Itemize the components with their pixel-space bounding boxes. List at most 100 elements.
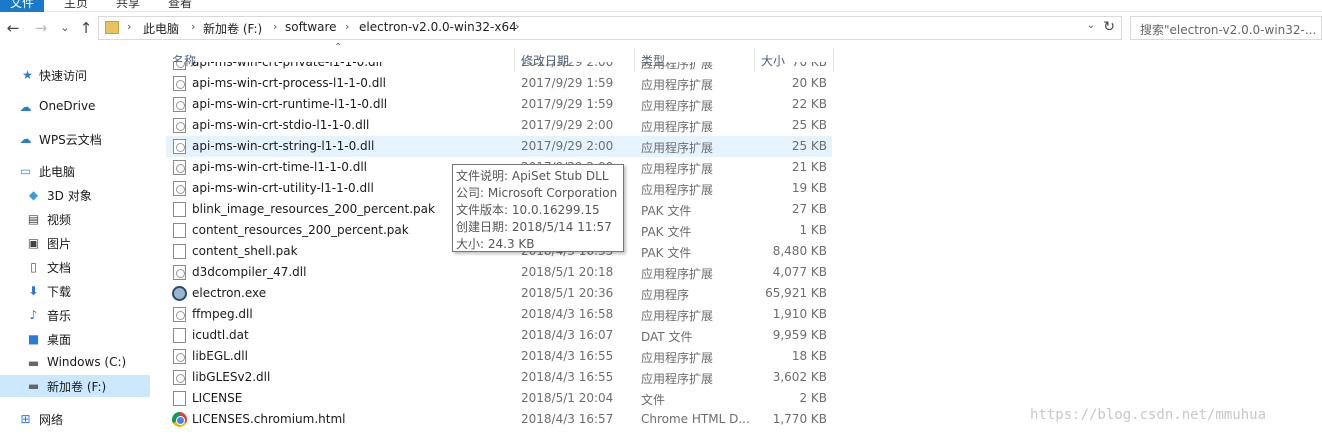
file-row[interactable]: libEGL.dll 2018/4/3 16:55 应用程序扩展 18 KB	[166, 346, 832, 367]
file-row[interactable]: api-ms-win-crt-string-l1-1-0.dll 2017/9/2…	[166, 136, 832, 157]
sidebar-item-drive-c[interactable]: ▬ Windows (C:)	[0, 352, 150, 374]
file-size: 20 KB	[791, 76, 827, 90]
dll-file-icon	[173, 62, 186, 70]
search-input[interactable]: 搜索"electron-v2.0.0-win32-...	[1130, 16, 1322, 40]
file-size: 22 KB	[791, 97, 827, 111]
file-date: 2018/4/3 16:55	[521, 370, 614, 384]
recent-locations-button[interactable]: ⌄	[56, 19, 74, 37]
breadcrumb-electron-folder[interactable]: electron-v2.0.0-win32-x64	[359, 20, 517, 34]
file-date: 2018/4/3 16:58	[521, 307, 614, 321]
file-name: api-ms-win-crt-stdio-l1-1-0.dll	[192, 118, 370, 132]
file-row[interactable]: api-ms-win-crt-stdio-l1-1-0.dll 2017/9/29…	[166, 115, 832, 136]
file-type: 应用程序扩展	[641, 78, 714, 92]
search-placeholder: 搜索"electron-v2.0.0-win32-...	[1140, 23, 1317, 37]
file-row[interactable]: icudtl.dat 2018/4/3 16:07 DAT 文件 9,959 KB	[166, 325, 832, 346]
file-icon	[173, 223, 186, 238]
sidebar-item-network[interactable]: ⊞ 网络	[0, 408, 150, 430]
file-size: 2 KB	[799, 391, 827, 405]
sidebar-item-wps-cloud[interactable]: ☁ WPS云文档	[0, 128, 150, 150]
chevron-down-icon[interactable]: ⌄	[1087, 20, 1095, 31]
sidebar-item-music[interactable]: ♪ 音乐	[0, 304, 150, 326]
file-size: 25 KB	[791, 118, 827, 132]
file-row[interactable]: d3dcompiler_47.dll 2018/5/1 20:18 应用程序扩展 4,…	[166, 262, 832, 283]
forward-button[interactable]: →	[32, 19, 50, 37]
sidebar-item-videos[interactable]: ▤ 视频	[0, 208, 150, 230]
sidebar-item-quick-access[interactable]: ★ 快速访问	[0, 64, 150, 86]
folder-icon	[105, 21, 119, 34]
breadcrumb-software[interactable]: software	[285, 20, 337, 34]
file-type: 应用程序扩展	[641, 99, 714, 113]
file-type: PAK 文件	[641, 246, 692, 260]
sidebar-item-documents[interactable]: ▯ 文档	[0, 256, 150, 278]
sidebar-item-label: Windows (C:)	[47, 355, 127, 369]
file-type: 应用程序	[641, 288, 690, 302]
chevron-right-icon[interactable]: ›	[345, 20, 349, 33]
file-size: 9,959 KB	[772, 328, 827, 342]
ribbon-tab-file[interactable]: 文件	[0, 0, 44, 12]
sidebar-item-label: WPS云文档	[39, 133, 102, 147]
back-button[interactable]: ←	[4, 19, 22, 37]
file-name: api-ms-win-crt-string-l1-1-0.dll	[192, 139, 375, 153]
chevron-right-icon[interactable]: ›	[273, 20, 277, 33]
navigation-pane: ★ 快速访问 ☁ OneDrive ☁ WPS云文档 ▭ 此电脑 ◆ 3D 对象…	[0, 56, 152, 440]
file-name: electron.exe	[192, 286, 267, 300]
breadcrumb-this-pc[interactable]: 此电脑	[143, 20, 179, 37]
file-type: 应用程序扩展	[641, 267, 714, 281]
file-row[interactable]: libGLESv2.dll 2018/4/3 16:55 应用程序扩展 3,602 K…	[166, 367, 832, 388]
file-date: 2017/9/29 1:59	[521, 97, 614, 111]
dll-file-icon	[173, 370, 186, 385]
file-row[interactable]: api-ms-win-crt-private-l1-1-0.dll 2017/9/…	[166, 62, 832, 73]
file-size: 8,480 KB	[772, 244, 827, 258]
sidebar-item-pictures[interactable]: ▣ 图片	[0, 232, 150, 254]
ribbon-tabs: 文件 主页 共享 查看	[0, 0, 1322, 12]
file-row[interactable]: electron.exe 2018/5/1 20:36 应用程序 65,921 KB	[166, 283, 832, 304]
sidebar-item-label: 视频	[47, 213, 72, 227]
ribbon-tab-home[interactable]: 主页	[64, 0, 88, 11]
sidebar-item-3d-objects[interactable]: ◆ 3D 对象	[0, 184, 150, 206]
file-type: DAT 文件	[641, 330, 693, 344]
file-type: 应用程序扩展	[641, 372, 714, 386]
file-row[interactable]: ffmpeg.dll 2018/4/3 16:58 应用程序扩展 1,910 KB	[166, 304, 832, 325]
file-date: 2018/4/3 16:55	[521, 349, 614, 363]
sidebar-item-downloads[interactable]: ⬇ 下载	[0, 280, 150, 302]
file-row[interactable]: LICENSES.chromium.html 2018/4/3 16:57 Chro…	[166, 409, 832, 430]
ribbon-tab-view[interactable]: 查看	[168, 0, 192, 11]
sidebar-item-label: 此电脑	[39, 165, 76, 179]
chevron-right-icon[interactable]: ›	[191, 20, 195, 33]
file-size: 27 KB	[791, 202, 827, 216]
desktop-icon: ■	[27, 332, 40, 346]
file-date: 2017/9/29 2:00	[521, 139, 614, 153]
file-info-tooltip: 文件说明: ApiSet Stub DLL 公司: Microsoft Corp…	[452, 164, 624, 252]
file-size: 3,602 KB	[772, 370, 827, 384]
refresh-icon[interactable]: ↻	[1103, 19, 1115, 35]
dll-file-icon	[173, 160, 186, 175]
ribbon-tab-share[interactable]: 共享	[116, 0, 140, 11]
file-icon	[173, 391, 186, 406]
drive-icon: ▬	[27, 379, 40, 393]
file-date: 2018/5/1 20:36	[521, 286, 614, 300]
file-name: api-ms-win-crt-process-l1-1-0.dll	[192, 76, 386, 90]
sidebar-item-desktop[interactable]: ■ 桌面	[0, 328, 150, 350]
file-type: 应用程序扩展	[641, 120, 714, 134]
breadcrumb-drive-f[interactable]: 新加卷 (F:)	[203, 20, 262, 37]
file-date: 2017/9/29 1:59	[521, 76, 614, 90]
sidebar-item-label: 下载	[47, 285, 72, 299]
file-size: 1,770 KB	[772, 412, 827, 426]
electron-app-icon	[172, 286, 187, 301]
file-name: ffmpeg.dll	[192, 307, 253, 321]
sidebar-item-this-pc[interactable]: ▭ 此电脑	[0, 160, 150, 182]
chevron-right-icon[interactable]: ›	[127, 20, 131, 33]
file-name: libGLESv2.dll	[192, 370, 271, 384]
file-row[interactable]: LICENSE 2018/5/1 20:04 文件 2 KB	[166, 388, 832, 409]
file-row[interactable]: api-ms-win-crt-process-l1-1-0.dll 2017/9/…	[166, 73, 832, 94]
sidebar-item-onedrive[interactable]: ☁ OneDrive	[0, 96, 150, 118]
file-row[interactable]: api-ms-win-crt-runtime-l1-1-0.dll 2017/9/…	[166, 94, 832, 115]
up-button[interactable]: ↑	[77, 19, 95, 37]
sidebar-item-drive-f[interactable]: ▬ 新加卷 (F:)	[0, 375, 150, 397]
chevron-right-icon[interactable]: ›	[515, 20, 519, 33]
file-icon	[173, 244, 186, 259]
file-date: 2018/5/1 20:04	[521, 391, 614, 405]
video-icon: ▤	[27, 212, 40, 226]
tooltip-version: 文件版本: 10.0.16299.15	[456, 203, 600, 217]
address-bar[interactable]: › 此电脑 › 新加卷 (F:) › software › electron-v…	[98, 16, 1122, 40]
